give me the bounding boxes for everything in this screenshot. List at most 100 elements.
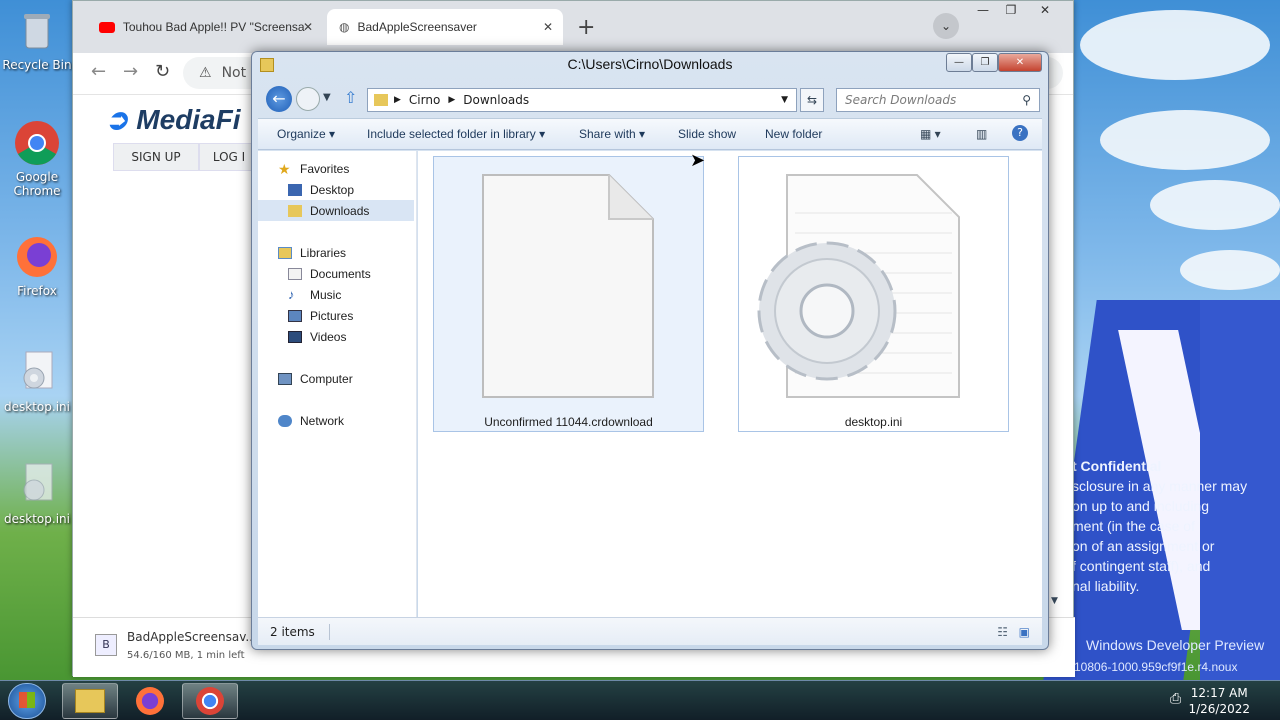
desktop-icon-firefox[interactable]: Firefox [2,234,72,298]
close-icon[interactable]: ✕ [303,20,313,34]
back-arrow-icon[interactable]: ← [266,86,292,112]
clock[interactable]: 12:17 AM 1/26/2022 [1188,685,1250,717]
folder-icon [75,689,105,713]
mediafire-flame-icon: ➲ [105,104,129,135]
preview-pane-icon[interactable]: ▥ [976,127,987,141]
watermark-line-2: 10806-1000.959cf9f1e.r4.noux [1074,660,1238,674]
up-arrow-icon[interactable]: ⇧ [344,88,357,107]
address-bar[interactable]: ▶ Cirno ▶ Downloads ▼ [367,88,797,112]
address-dropdown-icon[interactable]: ▼ [781,95,788,105]
minimize-button[interactable]: — [946,53,972,72]
taskbar: ⎙ 12:17 AM 1/26/2022 [0,680,1280,720]
breadcrumb-downloads[interactable]: Downloads [463,93,529,107]
details-view-icon[interactable]: ☷ [997,625,1008,639]
videos-icon [288,330,302,343]
pictures-icon [288,309,302,322]
share-with-menu[interactable]: Share with ▾ [579,127,645,141]
new-tab-icon[interactable]: + [577,15,595,40]
include-in-library-menu[interactable]: Include selected folder in library ▾ [367,127,545,141]
download-progress: 54.6/160 MB, 1 min left [127,650,245,661]
breadcrumb-separator-icon: ▶ [394,95,401,105]
mediafire-logo[interactable]: ➲ MediaFi [105,103,240,136]
command-bar: Organize ▾ Include selected folder in li… [258,118,1042,150]
nav-computer[interactable]: Computer [278,368,353,389]
music-icon: ♪ [288,286,295,302]
file-item[interactable]: Unconfirmed 11044.crdownload [433,156,704,432]
file-name: Unconfirmed 11044.crdownload [484,415,653,429]
taskbar-explorer[interactable] [62,683,118,719]
settings-file-icon [14,462,60,508]
clock-date: 1/26/2022 [1188,702,1250,716]
nav-videos[interactable]: Videos [288,326,346,347]
network-tray-icon[interactable]: ⎙ [1170,691,1181,707]
firefox-icon [14,234,60,280]
desktop-icon [288,183,302,196]
slide-show-button[interactable]: Slide show [678,127,736,141]
close-button[interactable]: ✕ [998,53,1042,72]
explorer-window: C:\Users\Cirno\Downloads — ❐ ✕ ← ▼ ⇧ ▶ C… [251,51,1058,650]
search-input[interactable]: Search Downloads ⚲ [836,88,1040,112]
status-bar: 2 items ☷ ▣ [258,617,1042,645]
maximize-icon[interactable]: ❐ [997,3,1025,17]
start-button[interactable] [8,683,46,719]
view-options-icon[interactable]: ▦ ▾ [920,127,941,141]
recent-pages-chevron-icon[interactable]: ▼ [323,92,331,103]
windows-logo-icon [19,692,35,708]
tab-youtube[interactable]: Touhou Bad Apple!! PV "Screensa ✕ [87,9,323,45]
chrome-tab-strip: Touhou Bad Apple!! PV "Screensa ✕ ◍ BadA… [73,1,1073,53]
desktop-icon-recycle-bin[interactable]: Recycle Bin [2,8,72,72]
chrome-icon [196,687,224,715]
organize-menu[interactable]: Organize ▾ [277,127,335,141]
forward-arrow-icon[interactable] [296,87,320,111]
file-view: Unconfirmed 11044.crdownload desktop.ini [418,151,1042,617]
scrollbar-track[interactable] [1045,156,1049,616]
signup-button[interactable]: SIGN UP [113,143,199,171]
help-icon[interactable]: ? [1012,125,1028,141]
nav-documents[interactable]: Documents [288,263,371,284]
close-icon[interactable]: ✕ [543,20,553,34]
star-icon: ★ [278,160,291,177]
wallpaper-text: t Confidential sclosure in any manner ma… [1072,458,1248,594]
forward-icon[interactable]: → [123,61,138,82]
close-icon[interactable]: ✕ [1031,3,1059,17]
nav-music[interactable]: ♪ Music [288,284,341,305]
file-name: desktop.ini [844,415,903,429]
refresh-icon[interactable]: ⇆ [800,88,824,112]
nav-pictures[interactable]: Pictures [288,305,353,326]
breadcrumb-cirno[interactable]: Cirno [409,93,440,107]
settings-file-icon [14,350,60,396]
large-icons-view-icon[interactable]: ▣ [1019,625,1030,639]
documents-icon [288,267,302,280]
nav-favorites[interactable]: ★ Favorites [278,158,349,179]
search-icon: ⚲ [1022,93,1031,107]
desktop-icon-label: desktop.ini [4,512,70,526]
download-file-icon: B [95,634,117,656]
reload-icon[interactable]: ↻ [155,61,170,82]
taskbar-firefox[interactable] [122,683,178,719]
maximize-button[interactable]: ❐ [972,53,998,72]
navigation-pane: ★ Favorites Desktop Downloads Libraries D… [258,151,417,617]
logo-text: MediaFi [136,104,241,135]
nav-network[interactable]: Network [278,410,344,431]
nav-libraries[interactable]: Libraries [278,242,346,263]
wallpaper-cloud [1150,180,1280,230]
back-icon[interactable]: ← [91,61,106,82]
file-item[interactable]: desktop.ini [738,156,1009,432]
library-icon [278,246,292,259]
desktop-icon-chrome[interactable]: Google Chrome [2,120,72,198]
desktop-icon-desktop-ini[interactable]: desktop.ini [2,350,72,414]
nav-desktop[interactable]: Desktop [288,179,354,200]
scroll-down-icon[interactable]: ▼ [1051,596,1058,606]
nav-downloads[interactable]: Downloads [258,200,414,221]
login-button[interactable]: LOG I [199,143,259,171]
wallpaper-cloud [1180,250,1280,290]
new-folder-button[interactable]: New folder [765,127,822,141]
minimize-icon[interactable]: — [969,3,997,17]
taskbar-chrome[interactable] [182,683,238,719]
tab-badapplescreensaver[interactable]: ◍ BadAppleScreensaver ✕ [327,9,563,45]
chevron-down-icon[interactable]: ⌄ [933,13,959,39]
network-icon [278,414,292,427]
watermark-line-1: Windows Developer Preview [1086,637,1265,653]
desktop-icon-desktop-ini[interactable]: desktop.ini [2,462,72,526]
download-filename[interactable]: BadAppleScreensav... [127,630,257,644]
